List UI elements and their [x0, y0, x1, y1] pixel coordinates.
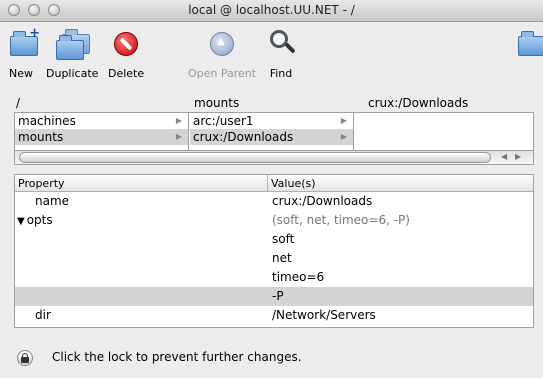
scrollbar-thumb[interactable]: [19, 152, 491, 163]
property-table: Property Value(s) name crux:/Downloads ▼…: [14, 174, 534, 328]
disclosure-arrow-icon: ▶: [340, 132, 347, 141]
column-browser: machines ▶ mounts ▶ arc:/user1 ▶ crux:/D…: [14, 112, 534, 152]
scroll-left-arrow-icon[interactable]: ◀: [501, 152, 507, 161]
disclosure-arrow-icon: ▶: [175, 132, 182, 141]
folder-icon: [514, 28, 543, 60]
browser-header-selection: crux:/Downloads: [368, 96, 469, 110]
browser-item-arc-user1[interactable]: arc:/user1 ▶: [190, 113, 353, 129]
browser-header-root: /: [16, 96, 21, 110]
duplicate-button[interactable]: Duplicate: [46, 28, 98, 80]
delete-icon: [110, 28, 142, 60]
property-value: timeo=6: [272, 270, 325, 284]
property-name: name: [35, 194, 70, 208]
property-value: /Network/Servers: [272, 308, 376, 322]
browser-item-label: machines: [18, 114, 76, 128]
find-button[interactable]: Find: [266, 28, 296, 80]
property-name: dir: [35, 308, 51, 322]
property-name: ▼ opts: [17, 211, 53, 231]
delete-button-label: Delete: [108, 67, 145, 80]
lock-icon[interactable]: [17, 350, 33, 366]
column-divider[interactable]: [267, 175, 268, 191]
table-row[interactable]: timeo=6: [15, 268, 533, 287]
open-parent-icon: [206, 28, 238, 60]
browser-header-mounts: mounts: [194, 96, 240, 110]
disclosure-arrow-icon: ▶: [340, 116, 347, 125]
open-parent-button[interactable]: Open Parent: [188, 28, 256, 80]
property-value: crux:/Downloads: [272, 194, 373, 208]
delete-button[interactable]: Delete: [108, 28, 144, 80]
property-value: (soft, net, timeo=6, -P): [272, 213, 410, 227]
property-value: soft: [272, 232, 295, 246]
open-parent-button-label: Open Parent: [188, 67, 257, 80]
duplicate-folder-icon: [56, 28, 90, 60]
browser-item-label: arc:/user1: [193, 114, 254, 128]
browser-item-mounts[interactable]: mounts ▶: [15, 129, 188, 145]
property-name-text: opts: [26, 213, 53, 227]
column-header-property[interactable]: Property: [18, 177, 65, 190]
toolbar: + New Duplicate Delete Open Parent Find: [0, 22, 543, 92]
disclosure-triangle-icon[interactable]: ▼: [17, 216, 25, 227]
new-button-label: New: [9, 67, 33, 80]
browser-item-label: mounts: [18, 130, 64, 144]
find-button-label: Find: [269, 67, 293, 80]
toolbar-folder-icon-button[interactable]: [514, 28, 543, 60]
table-row-selected[interactable]: -P: [15, 287, 533, 306]
table-row[interactable]: soft: [15, 230, 533, 249]
table-row[interactable]: ▼ opts (soft, net, timeo=6, -P): [15, 211, 533, 230]
browser-item-label: crux:/Downloads: [193, 130, 294, 144]
table-row[interactable]: net: [15, 249, 533, 268]
disclosure-arrow-icon: ▶: [175, 116, 182, 125]
property-value: -P: [272, 289, 284, 303]
table-row[interactable]: name crux:/Downloads: [15, 192, 533, 211]
magnifier-icon: [266, 28, 298, 60]
scroll-right-arrow-icon[interactable]: ▶: [515, 152, 521, 161]
browser-item-machines[interactable]: machines ▶: [15, 113, 188, 129]
table-row[interactable]: dir /Network/Servers: [15, 306, 533, 325]
browser-item-crux-downloads[interactable]: crux:/Downloads ▶: [190, 129, 353, 145]
new-folder-icon: +: [8, 26, 40, 60]
browser-column-1: machines ▶ mounts ▶: [15, 113, 189, 151]
title-bar: local @ localhost.UU.NET - /: [0, 0, 543, 22]
duplicate-button-label: Duplicate: [46, 67, 99, 80]
column-header-values[interactable]: Value(s): [271, 177, 316, 190]
table-header: Property Value(s): [15, 175, 533, 192]
browser-horizontal-scrollbar[interactable]: ◀ ▶: [14, 150, 534, 165]
lock-status-message: Click the lock to prevent further change…: [52, 350, 302, 364]
new-button[interactable]: + New: [8, 26, 40, 80]
window-title: local @ localhost.UU.NET - /: [188, 3, 355, 17]
property-value: net: [272, 251, 292, 265]
browser-column-2: arc:/user1 ▶ crux:/Downloads ▶: [190, 113, 354, 151]
browser-column-3: [355, 113, 533, 151]
